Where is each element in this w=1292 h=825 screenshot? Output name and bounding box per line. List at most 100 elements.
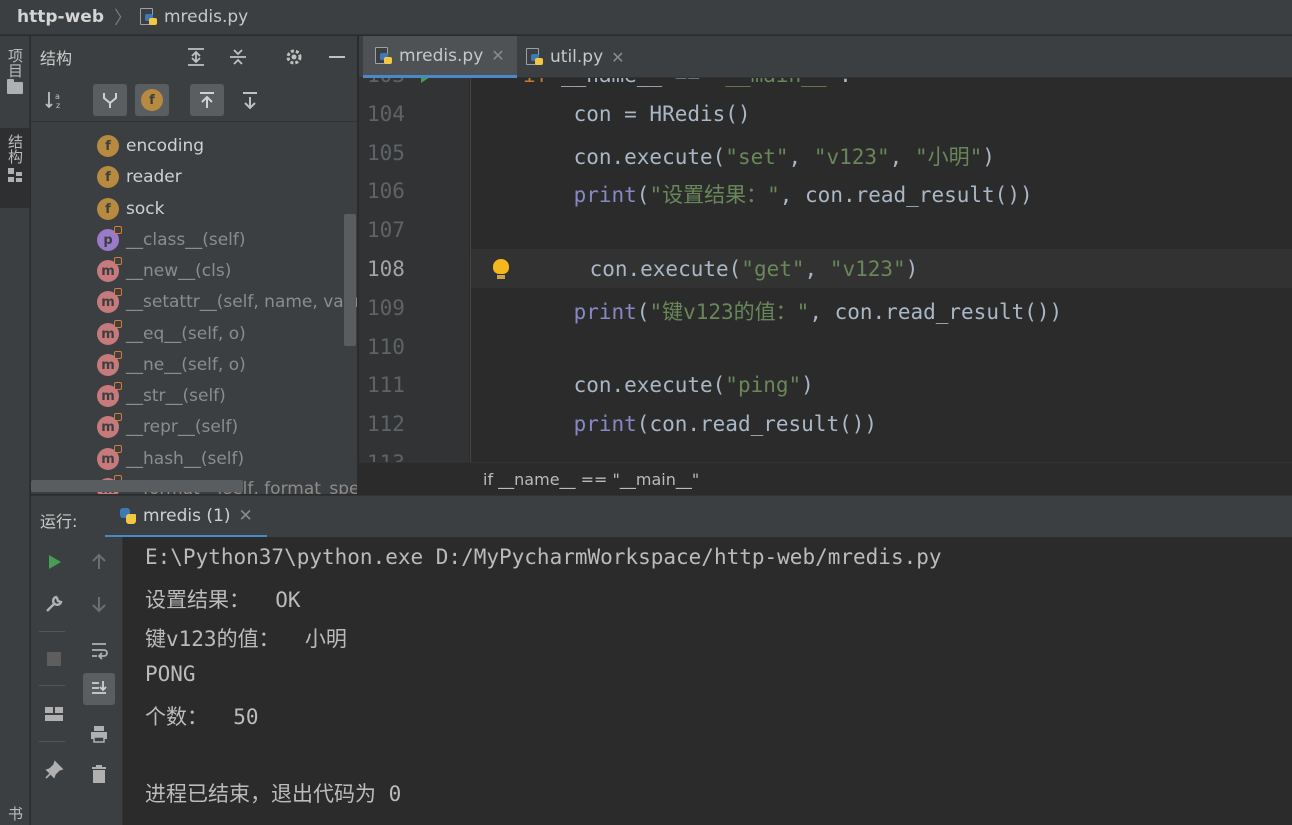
- run-label: 运行:: [40, 512, 78, 531]
- soft-wrap-icon[interactable]: [83, 634, 115, 666]
- tab-util[interactable]: util.py ✕: [514, 36, 637, 78]
- line-number: 113: [367, 451, 407, 462]
- expand-all-icon[interactable]: [185, 46, 207, 68]
- tree-item[interactable]: m __eq__(self, o): [97, 319, 246, 349]
- pin-icon[interactable]: [38, 754, 70, 786]
- field-icon: f: [97, 198, 119, 220]
- code-text: con.execute("ping"): [523, 373, 814, 398]
- stop-icon[interactable]: [38, 643, 70, 675]
- code-text: con.execute("set", "v123", "小明"): [523, 144, 995, 169]
- code-line[interactable]: 104 con = HRedis(): [359, 94, 1292, 133]
- console-line: 键v123的值： 小明: [145, 627, 347, 651]
- tree-item[interactable]: p __class__(self): [97, 225, 246, 255]
- show-fields-icon[interactable]: f: [135, 84, 169, 116]
- scroll-to-end-icon[interactable]: [83, 673, 115, 705]
- line-number: 106: [367, 179, 405, 204]
- code-line[interactable]: 105 con.execute("set", "v123", "小明"): [359, 133, 1292, 172]
- close-icon[interactable]: ✕: [239, 506, 253, 526]
- tree-item[interactable]: m __hash__(self): [97, 444, 244, 474]
- wrench-icon[interactable]: [38, 588, 70, 620]
- editor-tab-bar: mredis.py ✕ util.py ✕: [359, 36, 1292, 78]
- code-text: print("设置结果：", con.read_result()): [573, 183, 1033, 208]
- line-number: 105: [367, 140, 405, 165]
- tree-item-label: reader: [126, 167, 182, 187]
- horizontal-scrollbar[interactable]: [31, 480, 243, 492]
- gear-icon[interactable]: [283, 46, 305, 68]
- code-line[interactable]: 112 print(con.read_result()): [359, 404, 1292, 443]
- tree-item[interactable]: m __repr__(self): [97, 412, 238, 442]
- separator: [39, 631, 65, 632]
- method-icon: m: [97, 445, 122, 470]
- code-editor[interactable]: 103 if __name__ == "__main__": 104 con = H…: [359, 78, 1292, 462]
- tree-item-label: __repr__(self): [126, 417, 239, 437]
- code-line[interactable]: 110: [359, 327, 1292, 366]
- autoscroll-from-source-icon[interactable]: [233, 84, 267, 116]
- run-gutter-icon[interactable]: [421, 78, 433, 83]
- sort-alphabetically-icon[interactable]: az: [38, 84, 72, 116]
- line-number: 112: [367, 412, 405, 437]
- method-icon: m: [97, 382, 122, 407]
- structure-title: 结构: [40, 49, 73, 68]
- tab-mredis[interactable]: mredis.py ✕: [363, 36, 517, 78]
- close-icon[interactable]: ✕: [491, 46, 504, 65]
- bookmarks-tool-label: 书: [6, 806, 24, 821]
- run-tab-mredis[interactable]: mredis (1) ✕: [105, 496, 267, 538]
- code-line[interactable]: 106 print("设置结果：", con.read_result()): [359, 171, 1292, 210]
- tree-item[interactable]: f sock: [97, 194, 164, 224]
- project-tool-label: 项目: [6, 48, 24, 78]
- code-line[interactable]: 103 if __name__ == "__main__":: [359, 78, 1292, 94]
- code-line[interactable]: 111 con.execute("ping"): [359, 365, 1292, 404]
- method-icon: m: [97, 288, 122, 313]
- line-number: 104: [367, 101, 405, 126]
- editor-breadcrumb-text[interactable]: if __name__ == "__main__": [483, 470, 699, 489]
- run-console[interactable]: E:\Python37\python.exe D:/MyPycharmWorks…: [123, 537, 1292, 825]
- editor-breadcrumb: if __name__ == "__main__": [359, 462, 1292, 494]
- structure-tool-button[interactable]: 结构: [0, 128, 30, 208]
- tree-item[interactable]: m __new__(cls): [97, 256, 231, 286]
- arrow-down-icon[interactable]: [83, 588, 115, 620]
- breadcrumb-separator: 〉: [113, 8, 132, 29]
- tree-item[interactable]: f encoding: [97, 131, 204, 161]
- svg-text:z: z: [56, 101, 60, 110]
- rerun-icon[interactable]: [38, 546, 70, 578]
- line-number: 109: [367, 295, 405, 320]
- tree-item[interactable]: m __str__(self): [97, 381, 226, 411]
- show-inherited-icon[interactable]: [93, 84, 127, 116]
- tab-label: mredis.py: [399, 45, 484, 66]
- breadcrumb-file[interactable]: mredis.py: [139, 7, 248, 27]
- collapse-all-icon[interactable]: [227, 46, 249, 68]
- structure-header: 结构: [31, 36, 357, 78]
- layout-icon[interactable]: [38, 698, 70, 730]
- folder-icon: [7, 79, 23, 94]
- code-line[interactable]: 109 print("键v123的值：", con.read_result()): [359, 288, 1292, 327]
- breadcrumb-project[interactable]: http-web: [17, 7, 104, 27]
- python-icon: [119, 507, 137, 525]
- tree-item-label: encoding: [126, 136, 205, 156]
- tree-item[interactable]: f reader: [97, 162, 182, 192]
- console-line: PONG: [145, 662, 196, 686]
- minimize-icon[interactable]: [326, 46, 348, 68]
- code-line[interactable]: 108 con.execute("get", "v123"): [367, 249, 1292, 288]
- trash-icon[interactable]: [83, 758, 115, 790]
- structure-tool-label: 结构: [6, 134, 24, 164]
- print-icon[interactable]: [83, 718, 115, 750]
- lightbulb-icon[interactable]: [493, 259, 509, 279]
- bookmarks-tool-button[interactable]: 书: [0, 806, 30, 821]
- tree-item[interactable]: m __ne__(self, o): [97, 350, 246, 380]
- method-icon: m: [97, 351, 122, 376]
- field-icon: f: [97, 166, 119, 188]
- field-icon: f: [97, 135, 119, 157]
- autoscroll-to-source-icon[interactable]: [190, 84, 224, 116]
- code-line[interactable]: 113: [359, 443, 1292, 462]
- code-line[interactable]: 107: [359, 210, 1292, 249]
- arrow-up-icon[interactable]: [83, 546, 115, 578]
- navigation-bar: http-web 〉 mredis.py: [0, 0, 1292, 35]
- tree-item[interactable]: m __setattr__(self, name, value): [97, 287, 357, 317]
- vertical-scrollbar[interactable]: [344, 214, 356, 346]
- tree-item-label: __new__(cls): [126, 261, 232, 281]
- close-icon[interactable]: ✕: [611, 48, 624, 67]
- console-line: 设置结果： OK: [145, 588, 301, 612]
- project-tool-button[interactable]: 项目: [0, 48, 30, 94]
- code-text: con = HRedis(): [523, 101, 751, 126]
- tab-label: util.py: [550, 47, 604, 67]
